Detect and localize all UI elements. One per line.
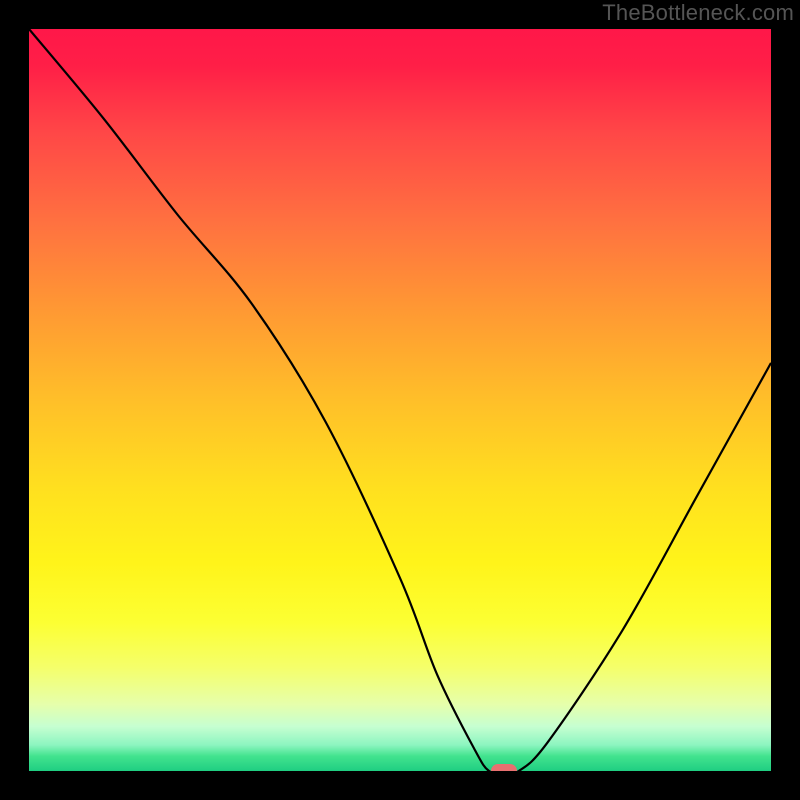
chart-frame: TheBottleneck.com [0,0,800,800]
curve-svg [29,29,771,771]
attribution-label: TheBottleneck.com [602,0,794,26]
plot-area [29,29,771,771]
bottleneck-curve [29,29,771,771]
optimal-marker [491,764,517,771]
